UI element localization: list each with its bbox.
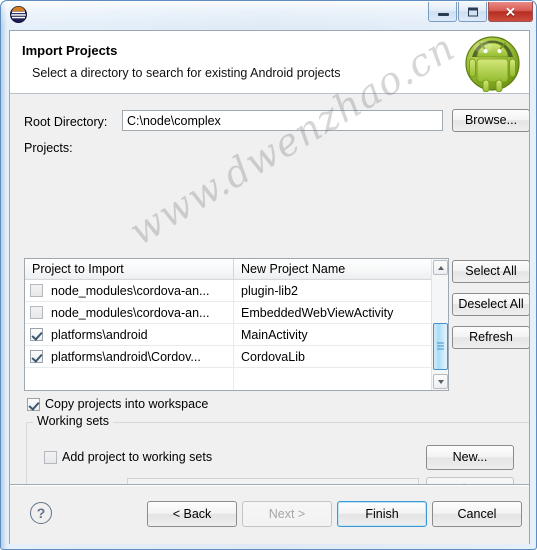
cancel-button[interactable]: Cancel bbox=[432, 501, 522, 527]
import-projects-dialog: Import Projects Select a directory to se… bbox=[9, 30, 530, 544]
android-robot-icon bbox=[464, 35, 521, 93]
refresh-label: Refresh bbox=[469, 330, 513, 345]
scroll-down-icon[interactable] bbox=[433, 374, 448, 389]
add-project-to-working-sets-label: Add project to working sets bbox=[62, 450, 213, 464]
select-all-button[interactable]: Select All bbox=[452, 260, 529, 283]
row-checkbox[interactable] bbox=[30, 306, 43, 319]
title-bar[interactable]: ✕ bbox=[1, 1, 536, 30]
scrollbar-grip-icon bbox=[437, 342, 444, 351]
next-button[interactable]: Next > bbox=[242, 501, 332, 527]
projects-table[interactable]: Project to Import New Project Name node_… bbox=[24, 258, 449, 391]
table-cell-empty bbox=[234, 368, 424, 390]
table-cell-project-label: platforms\android\Cordov... bbox=[51, 349, 201, 364]
table-header-row: Project to Import New Project Name bbox=[25, 259, 448, 280]
table-cell-project[interactable]: platforms\android bbox=[25, 324, 234, 345]
copy-projects-label: Copy projects into workspace bbox=[45, 397, 209, 411]
scrollbar-thumb[interactable] bbox=[433, 323, 448, 370]
finish-button-label: Finish bbox=[365, 506, 399, 521]
table-row[interactable]: node_modules\cordova-an... plugin-lib2 bbox=[25, 280, 448, 302]
table-cell-name[interactable]: CordovaLib bbox=[234, 346, 424, 367]
projects-label: Projects: bbox=[24, 141, 73, 155]
table-row[interactable]: platforms\android MainActivity bbox=[25, 324, 448, 346]
table-row[interactable]: platforms\android\Cordov... CordovaLib bbox=[25, 346, 448, 368]
column-header-new-project-name[interactable]: New Project Name bbox=[234, 259, 424, 279]
eclipse-icon bbox=[10, 6, 27, 23]
copy-projects-checkbox[interactable] bbox=[27, 398, 40, 411]
root-directory-label: Root Directory: bbox=[24, 115, 108, 129]
table-cell-name[interactable]: plugin-lib2 bbox=[234, 280, 424, 301]
next-button-label: Next > bbox=[268, 506, 306, 521]
table-cell-project-label: platforms\android bbox=[51, 327, 148, 342]
browse-button-label: Browse... bbox=[464, 113, 518, 128]
page-subtitle: Select a directory to search for existin… bbox=[32, 66, 341, 80]
dialog-content: Root Directory: Browse... Projects: Proj… bbox=[10, 94, 529, 510]
table-cell-project-label: node_modules\cordova-an... bbox=[51, 305, 210, 320]
dialog-window: ✕ Import Projects Select a directory to … bbox=[0, 0, 537, 550]
deselect-all-button[interactable]: Deselect All bbox=[452, 293, 529, 316]
cancel-button-label: Cancel bbox=[457, 506, 497, 521]
row-checkbox[interactable] bbox=[30, 328, 43, 341]
table-row[interactable]: node_modules\cordova-an... EmbeddedWebVi… bbox=[25, 302, 448, 324]
maximize-button[interactable] bbox=[458, 2, 487, 22]
refresh-button[interactable]: Refresh bbox=[452, 326, 529, 349]
table-cell-project[interactable]: platforms\android\Cordov... bbox=[25, 346, 234, 367]
table-cell-project-label: node_modules\cordova-an... bbox=[51, 283, 210, 298]
back-button[interactable]: < Back bbox=[147, 501, 237, 527]
row-checkbox[interactable] bbox=[30, 284, 43, 297]
finish-button[interactable]: Finish bbox=[337, 501, 427, 527]
root-directory-input[interactable] bbox=[122, 110, 443, 131]
dialog-header: Import Projects Select a directory to se… bbox=[10, 31, 529, 94]
close-icon: ✕ bbox=[505, 4, 516, 19]
select-all-label: Select All bbox=[465, 264, 517, 279]
row-checkbox[interactable] bbox=[30, 350, 43, 363]
table-cell-name[interactable]: MainActivity bbox=[234, 324, 424, 345]
minimize-icon bbox=[438, 13, 449, 16]
minimize-button[interactable] bbox=[428, 2, 457, 22]
table-cell-project[interactable]: node_modules\cordova-an... bbox=[25, 302, 234, 323]
new-working-set-button[interactable]: New... bbox=[426, 445, 514, 470]
window-controls: ✕ bbox=[427, 2, 533, 22]
add-project-to-working-sets-checkbox[interactable] bbox=[44, 451, 57, 464]
scroll-up-icon[interactable] bbox=[433, 260, 448, 275]
close-button[interactable]: ✕ bbox=[488, 2, 533, 22]
table-cell-project[interactable]: node_modules\cordova-an... bbox=[25, 280, 234, 301]
table-cell-empty bbox=[25, 368, 234, 390]
back-button-label: < Back bbox=[172, 506, 212, 521]
page-title: Import Projects bbox=[22, 43, 118, 58]
browse-button[interactable]: Browse... bbox=[452, 109, 529, 132]
deselect-all-label: Deselect All bbox=[458, 297, 524, 312]
table-cell-name[interactable]: EmbeddedWebViewActivity bbox=[234, 302, 424, 323]
help-icon[interactable]: ? bbox=[30, 502, 52, 524]
table-row-empty bbox=[25, 368, 448, 390]
footer-button-bar: ? < Back Next > Finish Cancel bbox=[10, 485, 529, 544]
table-scrollbar[interactable] bbox=[431, 259, 448, 390]
new-working-set-label: New... bbox=[452, 450, 488, 465]
column-header-project-to-import[interactable]: Project to Import bbox=[25, 259, 234, 279]
working-sets-group-title: Working sets bbox=[33, 414, 114, 428]
maximize-icon bbox=[467, 7, 478, 16]
